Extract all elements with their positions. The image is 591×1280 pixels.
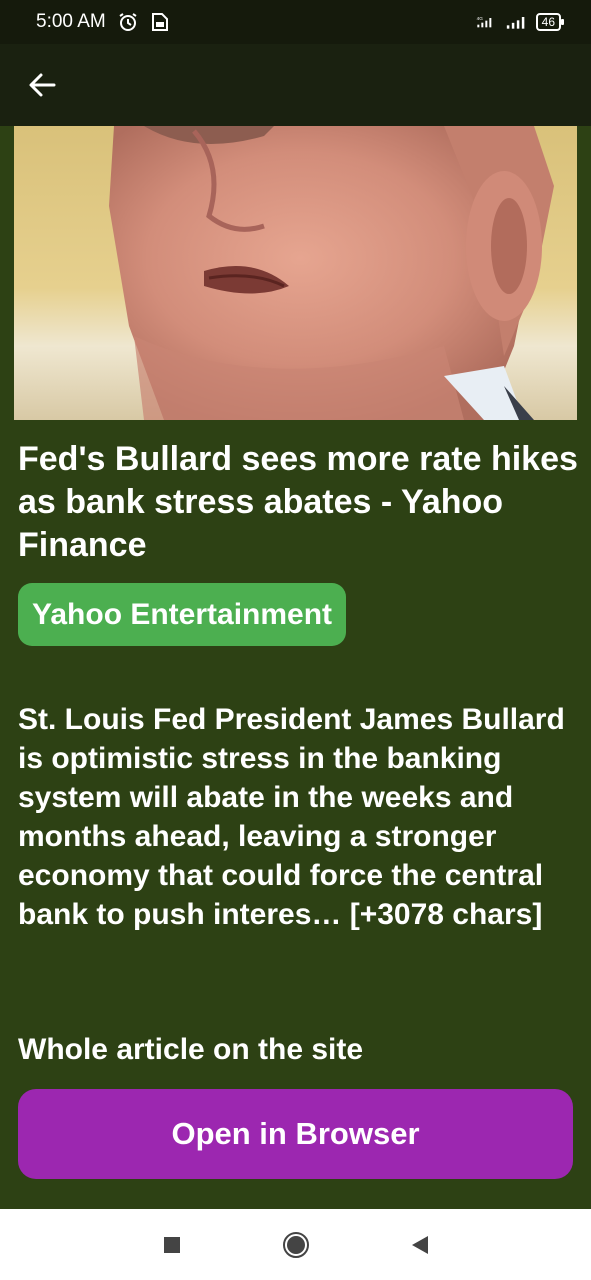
recents-square-icon[interactable] <box>154 1227 190 1263</box>
back-triangle-icon[interactable] <box>402 1227 438 1263</box>
battery-icon: 46 <box>535 13 565 31</box>
sim-icon <box>150 12 170 32</box>
status-bar: 5:00 AM 4G 46 <box>0 0 591 44</box>
status-time: 5:00 AM <box>36 11 106 32</box>
status-left: 5:00 AM <box>36 11 170 33</box>
signal-icon <box>506 12 526 32</box>
article-title: Fed's Bullard sees more rate hikes as ba… <box>18 440 578 564</box>
app-bar <box>0 44 591 126</box>
open-in-browser-button[interactable]: Open in Browser <box>18 1089 573 1179</box>
battery-level: 46 <box>541 15 555 29</box>
alarm-icon <box>118 12 138 32</box>
arrow-left-icon[interactable] <box>26 69 58 101</box>
svg-text:4G: 4G <box>476 16 483 21</box>
portrait-photo <box>14 126 577 420</box>
status-right: 4G 46 <box>476 12 565 32</box>
signal-4g-icon: 4G <box>476 12 496 32</box>
system-nav-bar <box>0 1209 591 1280</box>
article-description: St. Louis Fed President James Bullard is… <box>18 703 565 931</box>
home-circle-icon[interactable] <box>278 1227 314 1263</box>
source-badge: Yahoo Entertainment <box>18 583 347 646</box>
whole-article-label: Whole article on the site <box>18 1033 364 1066</box>
article-image <box>14 126 577 420</box>
